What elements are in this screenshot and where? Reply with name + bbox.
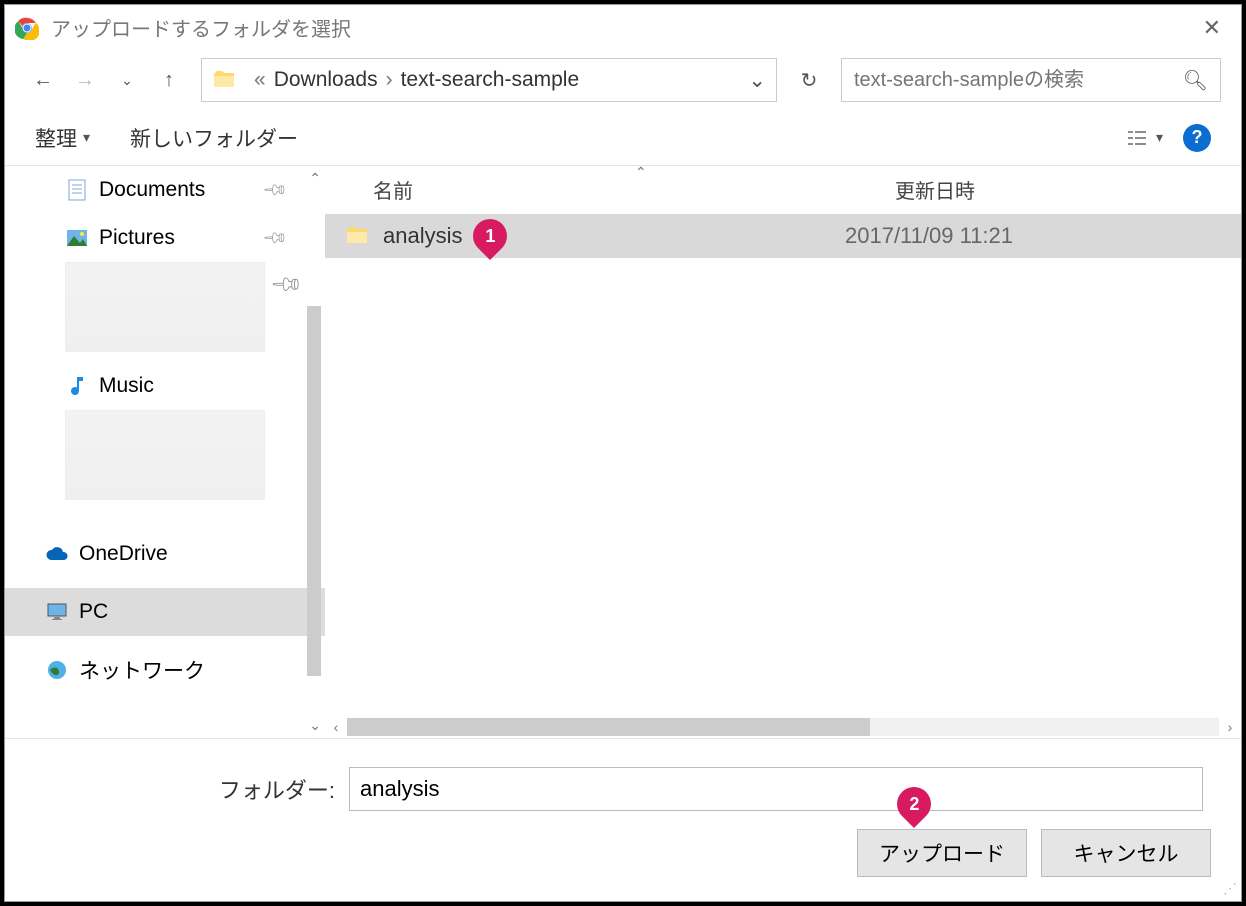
searchbox[interactable]: 🔍︎	[841, 58, 1221, 102]
sidebar-item-music[interactable]: Music	[5, 362, 325, 410]
pc-icon	[45, 600, 69, 624]
main: ⌃ 名前 更新日時 analysis 2017/11/09 11:21 1 ‹ …	[325, 166, 1241, 738]
scroll-left-icon[interactable]: ‹	[325, 719, 347, 735]
sidebar-item-onedrive[interactable]: OneDrive	[5, 530, 325, 578]
up-button[interactable]: ↑	[151, 62, 187, 98]
new-folder-button[interactable]: 新しいフォルダー	[130, 123, 298, 153]
pin-icon: 📌︎	[269, 267, 305, 303]
back-button[interactable]: ←	[25, 62, 61, 98]
body: ⌃ Documents 📌︎ Pictures 📌︎ 📌︎ Music OneD…	[5, 166, 1241, 738]
new-folder-label: 新しいフォルダー	[130, 123, 298, 153]
sidebar-item-label: ネットワーク	[79, 655, 205, 685]
folder-label: フォルダー:	[215, 773, 335, 805]
address-dropdown[interactable]: ⌄	[748, 68, 766, 93]
breadcrumb-downloads[interactable]: Downloads	[274, 68, 378, 92]
search-input[interactable]	[854, 69, 1183, 92]
chevron-down-icon: ▾	[1156, 129, 1163, 146]
forward-button[interactable]: →	[67, 62, 103, 98]
breadcrumb-current[interactable]: text-search-sample	[401, 68, 580, 92]
close-icon[interactable]: ✕	[1193, 9, 1231, 47]
sidebar-item-label: PC	[79, 600, 108, 624]
recent-dropdown[interactable]: ⌄	[109, 62, 145, 98]
details-view-icon	[1126, 129, 1148, 147]
help-button[interactable]: ?	[1183, 124, 1211, 152]
file-name: analysis	[383, 223, 462, 249]
col-header-name[interactable]: 名前	[325, 175, 895, 204]
sidebar-item-label: Documents	[99, 178, 205, 202]
scrollbar-thumb[interactable]	[347, 718, 870, 736]
sidebar: ⌃ Documents 📌︎ Pictures 📌︎ 📌︎ Music OneD…	[5, 166, 325, 738]
resize-grip-icon[interactable]: ⋰	[1223, 880, 1237, 897]
toolbar: 整理 ▾ 新しいフォルダー ▾ ?	[5, 110, 1241, 166]
document-icon	[65, 178, 89, 202]
scrollbar-thumb[interactable]	[307, 306, 321, 676]
table-row[interactable]: analysis 2017/11/09 11:21 1	[325, 214, 1241, 258]
search-icon[interactable]: 🔍︎	[1183, 68, 1208, 93]
chevron-right-icon: ›	[386, 68, 393, 92]
sidebar-item-label: Pictures	[99, 226, 175, 250]
navbar: ← → ⌄ ↑ « Downloads › text-search-sample…	[5, 50, 1241, 110]
organize-button[interactable]: 整理 ▾	[35, 123, 90, 153]
sidebar-item-documents[interactable]: Documents 📌︎	[5, 166, 325, 214]
col-header-date[interactable]: 更新日時	[895, 175, 1241, 204]
column-headers: ⌃ 名前 更新日時	[325, 166, 1241, 214]
file-list: analysis 2017/11/09 11:21 1	[325, 214, 1241, 716]
sidebar-item-pc[interactable]: PC	[5, 588, 325, 636]
view-button[interactable]: ▾	[1126, 129, 1163, 147]
sidebar-item-label: OneDrive	[79, 542, 168, 566]
h-scrollbar[interactable]: ‹ ›	[325, 716, 1241, 738]
file-date: 2017/11/09 11:21	[845, 223, 1241, 249]
sidebar-item-pictures[interactable]: Pictures 📌︎	[5, 214, 325, 262]
onedrive-icon	[45, 542, 69, 566]
dialog-title: アップロードするフォルダを選択	[51, 13, 351, 42]
sidebar-item-network[interactable]: ネットワーク	[5, 646, 325, 694]
sidebar-thumb[interactable]: 📌︎	[65, 262, 265, 352]
folder-icon	[345, 224, 369, 248]
pin-icon: 📌︎	[261, 176, 290, 205]
address-bar[interactable]: « Downloads › text-search-sample ⌄	[201, 58, 777, 102]
scroll-right-icon[interactable]: ›	[1219, 719, 1241, 735]
music-icon	[65, 374, 89, 398]
refresh-button[interactable]: ↻	[791, 62, 827, 98]
upload-button[interactable]: アップロード	[857, 829, 1027, 877]
cancel-button[interactable]: キャンセル	[1041, 829, 1211, 877]
footer: フォルダー: 2 アップロード キャンセル ⋰	[5, 738, 1241, 901]
chrome-icon	[15, 16, 39, 40]
network-icon	[45, 658, 69, 682]
sidebar-thumb[interactable]	[65, 410, 265, 500]
organize-label: 整理	[35, 123, 77, 153]
pictures-icon	[65, 226, 89, 250]
scroll-down-icon[interactable]: ⌄	[309, 717, 321, 734]
folder-icon	[212, 68, 236, 92]
folder-input[interactable]	[349, 767, 1203, 811]
sort-asc-icon[interactable]: ⌃	[635, 166, 647, 181]
sidebar-item-label: Music	[99, 374, 154, 398]
scroll-track[interactable]	[347, 718, 1219, 736]
pin-icon: 📌︎	[261, 224, 290, 253]
titlebar: アップロードするフォルダを選択 ✕	[5, 5, 1241, 50]
chevron-down-icon: ▾	[83, 129, 90, 146]
breadcrumb-prefix: «	[254, 68, 266, 92]
folder-picker-dialog: アップロードするフォルダを選択 ✕ ← → ⌄ ↑ « Downloads › …	[4, 4, 1242, 902]
